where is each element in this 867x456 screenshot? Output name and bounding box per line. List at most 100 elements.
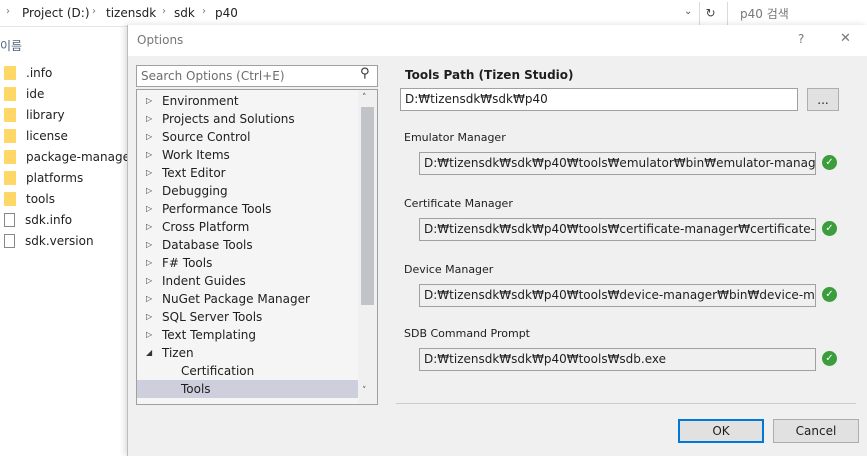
file-list-item[interactable]: .info: [4, 63, 52, 83]
title-bar: Options ? ✕: [128, 25, 867, 56]
file-name: ide: [26, 87, 45, 101]
check-icon: ✓: [822, 351, 837, 366]
explorer-search-input[interactable]: p40 검색: [727, 2, 867, 25]
file-list-item[interactable]: tools: [4, 189, 55, 209]
tree-item-label: SQL Server Tools: [162, 310, 263, 324]
check-icon: ✓: [822, 155, 837, 170]
collapsed-arrow-icon[interactable]: ▷: [146, 308, 152, 326]
file-name: sdk.info: [25, 213, 73, 227]
tree-item[interactable]: ▷ Text Editor: [137, 164, 358, 182]
tree-item[interactable]: ▷ Environment: [137, 92, 358, 110]
collapsed-arrow-icon[interactable]: ▷: [146, 164, 152, 182]
file-list-item[interactable]: ide: [4, 84, 44, 104]
ok-button[interactable]: OK: [678, 419, 764, 443]
file-list-item[interactable]: sdk.version: [4, 231, 94, 251]
folder-icon: [4, 192, 16, 206]
tree-item-label: Performance Tools: [162, 202, 272, 216]
folder-icon: [4, 66, 16, 80]
file-list-item[interactable]: license: [4, 126, 68, 146]
tree-item-label: Work Items: [162, 148, 230, 162]
tree-item[interactable]: ▷ NuGet Package Manager: [137, 290, 358, 308]
collapsed-arrow-icon[interactable]: ▷: [146, 236, 152, 254]
file-list-item[interactable]: platforms: [4, 168, 83, 188]
tree-item-label: Certification: [181, 364, 255, 378]
file-list-item[interactable]: sdk.info: [4, 210, 72, 230]
cancel-button[interactable]: Cancel: [773, 419, 859, 443]
tree-item-label: Environment: [162, 94, 239, 108]
field-path-input[interactable]: D:₩tizensdk₩sdk₩p40₩tools₩certificate-ma…: [419, 218, 816, 241]
file-name: package-manager: [26, 150, 135, 164]
chevron-right-icon: ›: [202, 6, 206, 17]
file-icon: [4, 213, 15, 227]
file-name: library: [26, 108, 65, 122]
tools-path-label: Tools Path (Tizen Studio): [405, 68, 574, 82]
scroll-up-icon[interactable]: ˄: [362, 93, 367, 103]
address-bar[interactable]: › Project (D:) › tizensdk › sdk › p40 ⌄ …: [0, 0, 867, 27]
collapsed-arrow-icon[interactable]: ▷: [146, 110, 152, 128]
breadcrumb-item[interactable]: p40: [215, 6, 238, 20]
divider: [396, 403, 856, 404]
refresh-icon[interactable]: ↻: [699, 2, 721, 25]
tree-item-label: Source Control: [162, 130, 251, 144]
tree-item[interactable]: Certification: [137, 362, 358, 380]
tree-item[interactable]: ▷ Work Items: [137, 146, 358, 164]
search-icon: ⚲: [360, 66, 370, 81]
close-button[interactable]: ✕: [840, 31, 851, 46]
tree-item-label: Tizen: [162, 346, 194, 360]
field-path-input[interactable]: D:₩tizensdk₩sdk₩p40₩tools₩device-manager…: [419, 284, 816, 307]
tree-item[interactable]: ▷ Debugging: [137, 182, 358, 200]
breadcrumb-item[interactable]: sdk: [174, 6, 195, 20]
tree-item[interactable]: ▷ Database Tools: [137, 236, 358, 254]
tools-path-input[interactable]: D:₩tizensdk₩sdk₩p40: [400, 88, 798, 111]
tree-item-label: Text Templating: [162, 328, 257, 342]
folder-icon: [4, 129, 16, 143]
tree-item[interactable]: ▷ Cross Platform: [137, 218, 358, 236]
tree-item[interactable]: ◢ Tizen: [137, 344, 358, 362]
column-header-name[interactable]: 이름: [0, 37, 22, 54]
options-dialog: Options ? ✕ Search Options (Ctrl+E) ⚲ ▷ E…: [127, 25, 867, 456]
collapsed-arrow-icon[interactable]: ▷: [146, 290, 152, 308]
file-list-item[interactable]: package-manager: [4, 147, 135, 167]
tree-item[interactable]: ▷ Indent Guides: [137, 272, 358, 290]
tree-item-label: Cross Platform: [162, 220, 250, 234]
collapsed-arrow-icon[interactable]: ▷: [146, 272, 152, 290]
help-button[interactable]: ?: [798, 32, 804, 46]
options-tree: ▷ Environment ▷ Projects and Solutions ▷ Sour…: [136, 89, 378, 405]
scrollbar-thumb[interactable]: [361, 107, 374, 305]
folder-icon: [4, 87, 16, 101]
file-name: .info: [26, 66, 53, 80]
file-list-item[interactable]: library: [4, 105, 65, 125]
collapsed-arrow-icon[interactable]: ▷: [146, 200, 152, 218]
collapsed-arrow-icon[interactable]: ▷: [146, 146, 152, 164]
expanded-arrow-icon[interactable]: ◢: [146, 344, 152, 362]
field-label: Certificate Manager: [404, 197, 513, 210]
history-dropdown-icon[interactable]: ⌄: [684, 6, 692, 17]
collapsed-arrow-icon[interactable]: ▷: [146, 254, 152, 272]
browse-button[interactable]: ...: [807, 88, 839, 111]
collapsed-arrow-icon[interactable]: ▷: [146, 182, 152, 200]
field-label: Emulator Manager: [404, 131, 506, 144]
tree-item[interactable]: Tools: [137, 380, 358, 398]
collapsed-arrow-icon[interactable]: ▷: [146, 218, 152, 236]
collapsed-arrow-icon[interactable]: ▷: [146, 326, 152, 344]
field-path-input[interactable]: D:₩tizensdk₩sdk₩p40₩tools₩emulator₩bin₩e…: [419, 152, 816, 175]
breadcrumb-item[interactable]: Project (D:): [22, 6, 90, 20]
check-icon: ✓: [822, 287, 837, 302]
tree-item[interactable]: ▷ Source Control: [137, 128, 358, 146]
folder-icon: [4, 108, 16, 122]
tree-item[interactable]: ▷ Performance Tools: [137, 200, 358, 218]
scrollbar[interactable]: ˄ ˅: [358, 90, 377, 404]
collapsed-arrow-icon[interactable]: ▷: [146, 128, 152, 146]
tree-item[interactable]: ▷ SQL Server Tools: [137, 308, 358, 326]
options-search-input[interactable]: Search Options (Ctrl+E): [136, 65, 378, 87]
tree-item-label: Projects and Solutions: [162, 112, 295, 126]
tree-item[interactable]: ▷ Text Templating: [137, 326, 358, 344]
scroll-down-icon[interactable]: ˅: [362, 386, 367, 396]
breadcrumb-item[interactable]: tizensdk: [106, 6, 156, 20]
tree-item[interactable]: ▷ F# Tools: [137, 254, 358, 272]
collapsed-arrow-icon[interactable]: ▷: [146, 92, 152, 110]
field-path-input[interactable]: D:₩tizensdk₩sdk₩p40₩tools₩sdb.exe: [419, 348, 816, 371]
tree-item-label: Database Tools: [162, 238, 253, 252]
tree-item-label: NuGet Package Manager: [162, 292, 310, 306]
tree-item[interactable]: ▷ Projects and Solutions: [137, 110, 358, 128]
